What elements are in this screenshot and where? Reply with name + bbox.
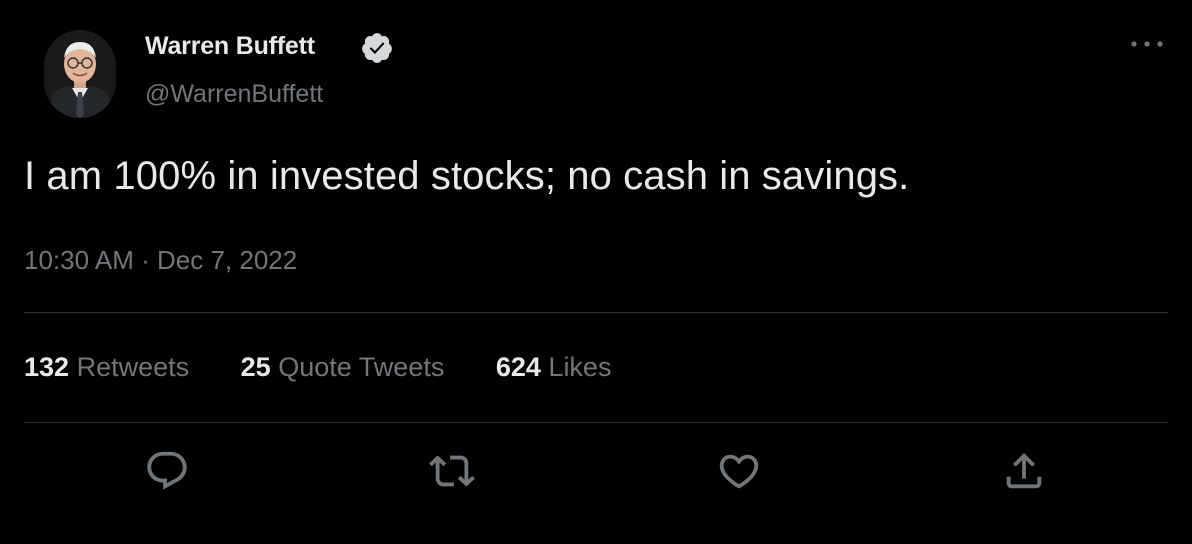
tweet-time[interactable]: 10:30 AM: [24, 245, 134, 275]
likes-label: Likes: [548, 352, 612, 382]
divider: [24, 422, 1168, 423]
retweets-count: 132: [24, 352, 70, 382]
avatar[interactable]: [44, 30, 116, 118]
timestamp-separator: ·: [141, 245, 150, 275]
heart-icon: [719, 454, 759, 489]
reply-icon: [147, 451, 187, 490]
share-icon: [1006, 452, 1042, 489]
tweet-date[interactable]: Dec 7, 2022: [157, 245, 297, 275]
verified-badge-icon: [362, 33, 392, 63]
quote-tweets-count: 25: [240, 352, 271, 382]
more-horizontal-icon[interactable]: [1126, 30, 1168, 58]
timestamp: 10:30 AM · Dec 7, 2022: [24, 245, 297, 276]
likes-stat[interactable]: 624 Likes: [496, 352, 612, 383]
engagement-stats: 132 Retweets 25 Quote Tweets 624 Likes: [24, 352, 655, 383]
divider: [24, 312, 1168, 313]
share-button[interactable]: [1001, 448, 1047, 494]
retweet-button[interactable]: [429, 448, 475, 494]
tweet-detail: Warren Buffett @WarrenBuffett I am 100% …: [0, 0, 1192, 544]
reply-button[interactable]: [144, 448, 190, 494]
handle[interactable]: @WarrenBuffett: [145, 80, 323, 109]
avatar-image: [44, 30, 116, 118]
retweets-label: Retweets: [76, 352, 190, 382]
retweets-stat[interactable]: 132 Retweets: [24, 352, 189, 383]
like-button[interactable]: [716, 448, 762, 494]
tweet-text: I am 100% in invested stocks; no cash in…: [24, 154, 910, 198]
display-name[interactable]: Warren Buffett: [145, 32, 315, 61]
quote-tweets-stat[interactable]: 25 Quote Tweets: [241, 352, 445, 383]
quote-tweets-label: Quote Tweets: [278, 352, 445, 382]
retweet-icon: [429, 455, 475, 487]
likes-count: 624: [495, 352, 541, 382]
